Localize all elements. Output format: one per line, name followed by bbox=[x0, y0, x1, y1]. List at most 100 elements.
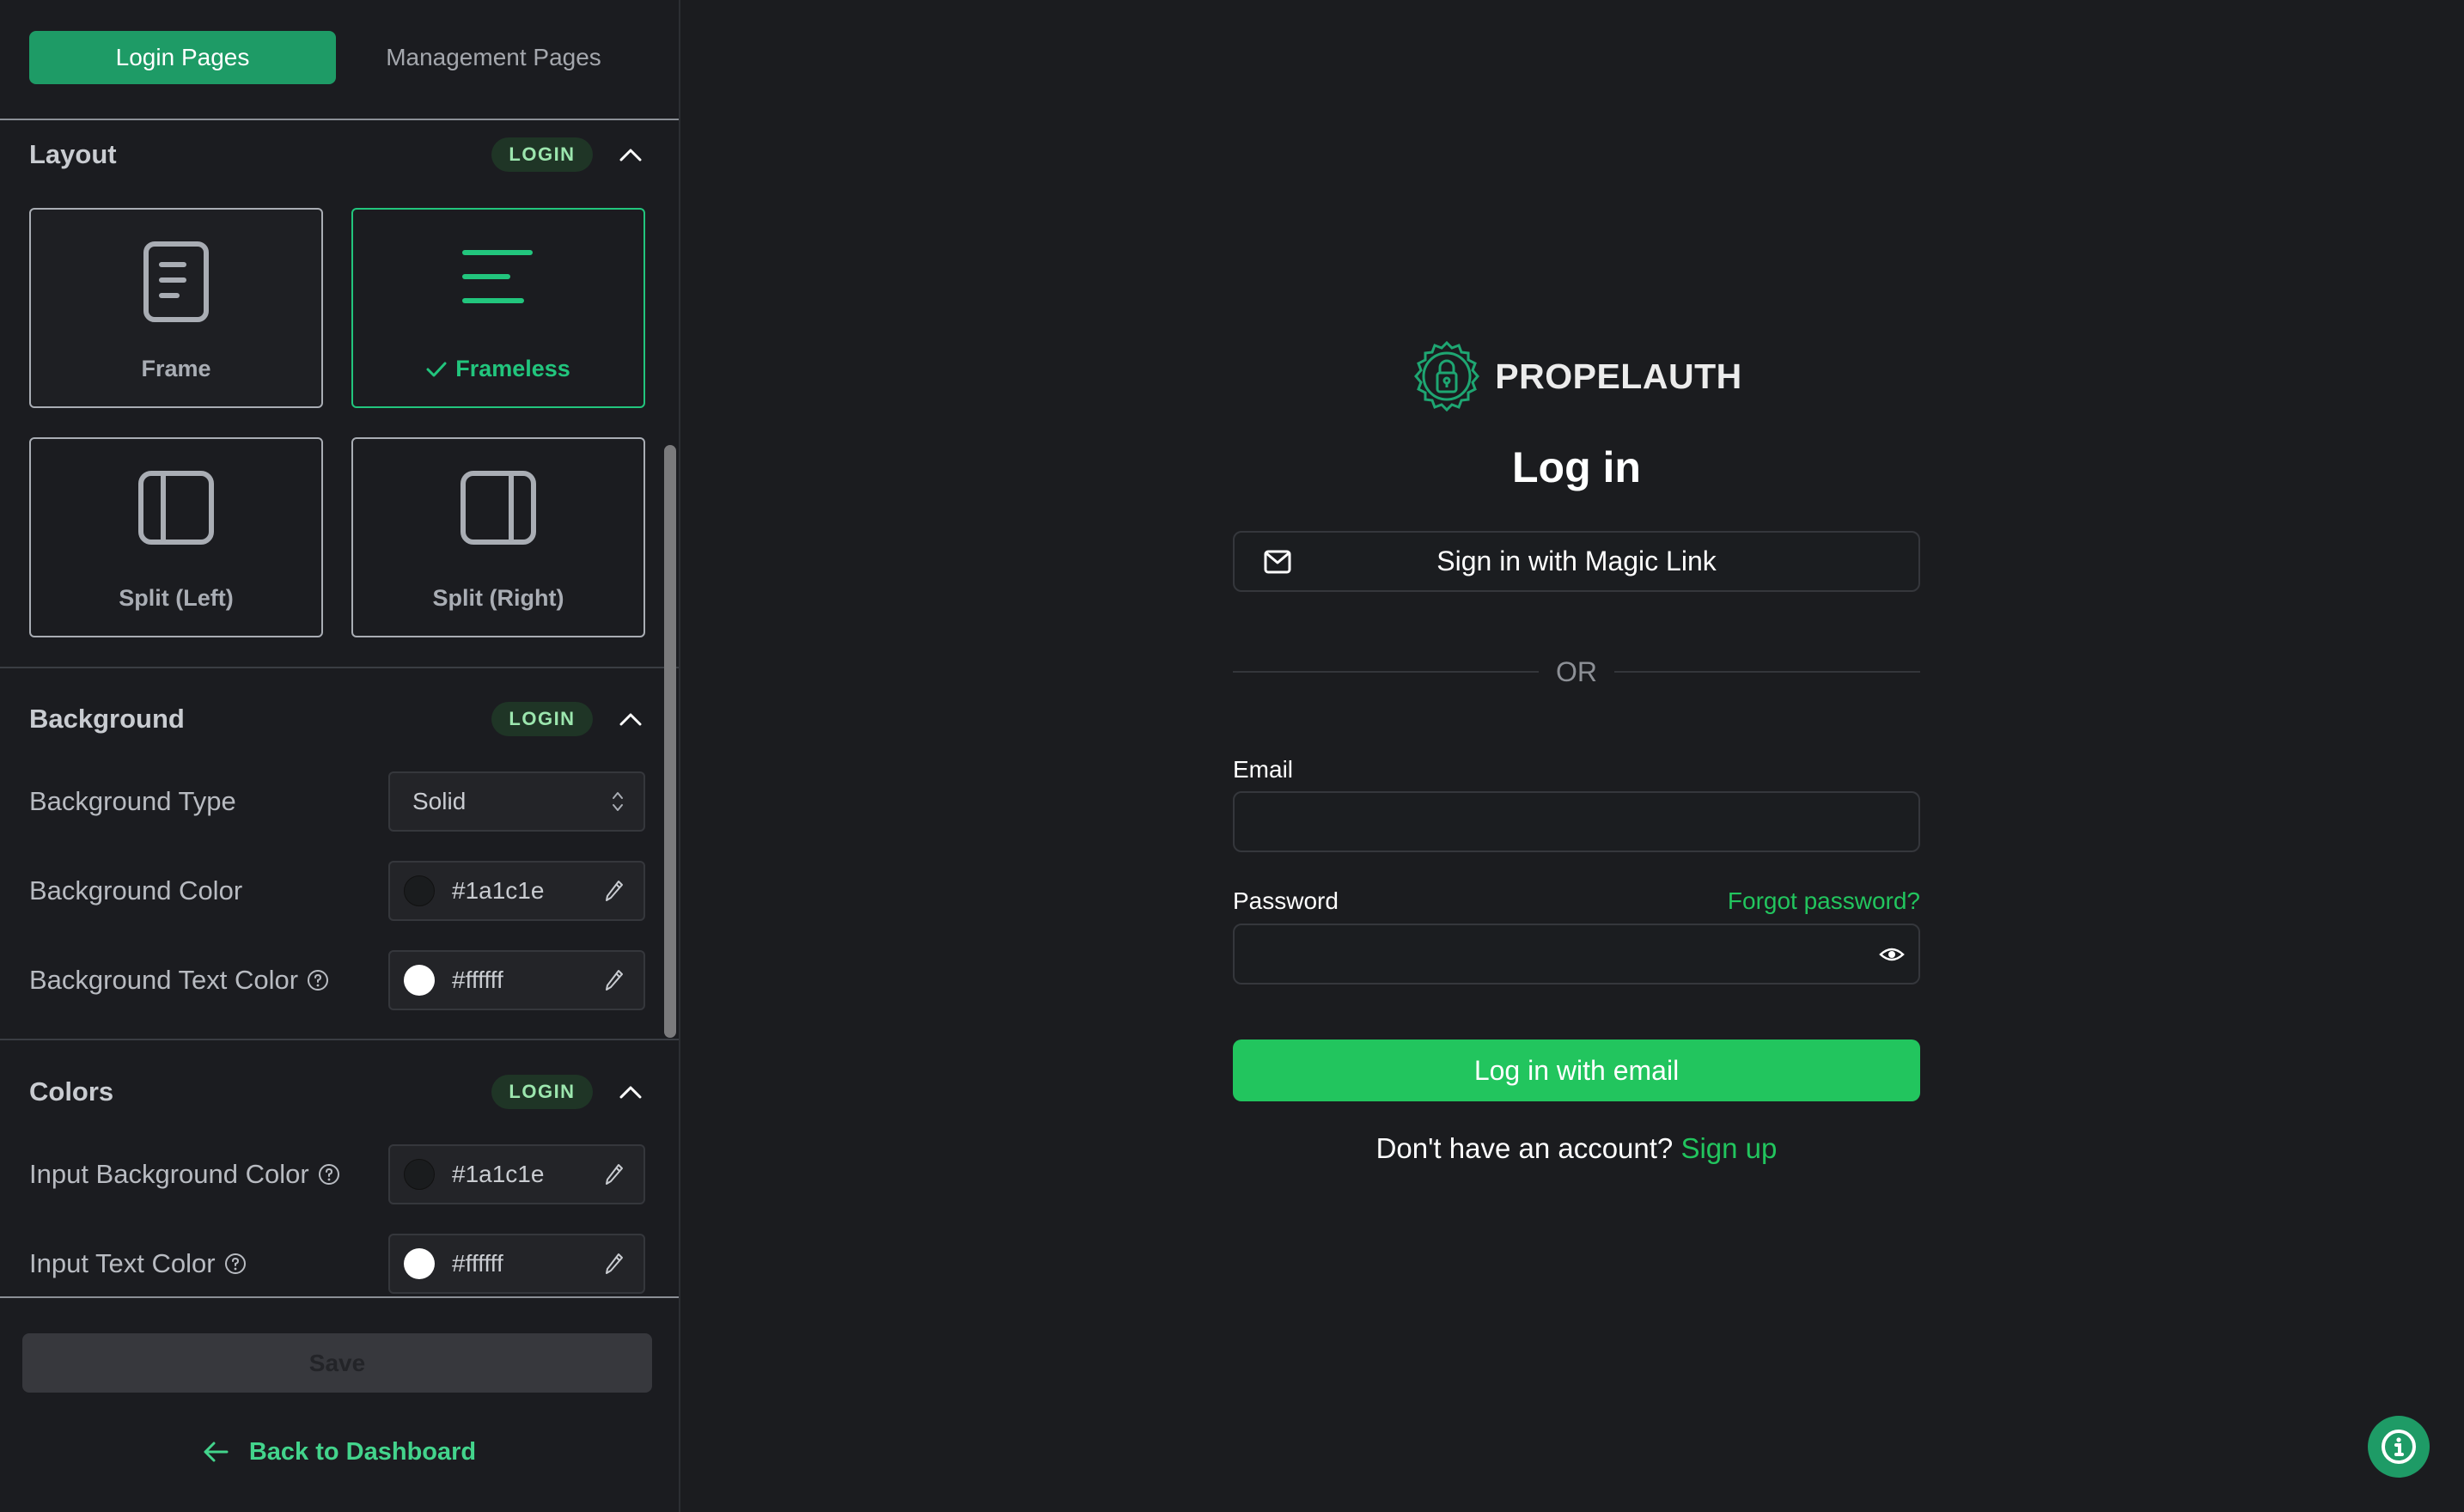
color-swatch bbox=[404, 875, 435, 906]
section-title: Background bbox=[29, 704, 185, 734]
signup-prompt: Don't have an account? Sign up bbox=[1233, 1132, 1920, 1165]
or-divider: OR bbox=[1233, 655, 1920, 689]
color-value: #1a1c1e bbox=[452, 1161, 545, 1187]
help-icon[interactable] bbox=[224, 1253, 247, 1275]
chevron-up-icon[interactable] bbox=[613, 137, 648, 172]
label-text: Input Text Color bbox=[29, 1248, 216, 1278]
background-type-row: Background Type Solid bbox=[29, 771, 645, 832]
background-color-picker[interactable]: #1a1c1e bbox=[388, 861, 645, 921]
input-background-color-picker[interactable]: #1a1c1e bbox=[388, 1144, 645, 1204]
divider-line bbox=[1614, 671, 1920, 673]
color-value: #ffffff bbox=[452, 1250, 503, 1277]
background-text-color-row: Background Text Color #ffffff bbox=[29, 950, 645, 1010]
login-form: PROPELAUTH Log in Sign in with Magic Lin… bbox=[1233, 0, 1920, 1512]
frame-layout-icon bbox=[143, 241, 210, 327]
label-text: Background Color bbox=[29, 875, 243, 905]
help-icon[interactable] bbox=[318, 1163, 340, 1186]
magic-link-label: Sign in with Magic Link bbox=[1436, 546, 1717, 576]
layout-option-label: Split (Left) bbox=[119, 585, 234, 611]
brand-logo: PROPELAUTH bbox=[1233, 340, 1920, 412]
password-input[interactable] bbox=[1233, 924, 1920, 985]
colors-section-header: Colors LOGIN bbox=[29, 1073, 648, 1111]
frameless-layout-icon bbox=[461, 249, 535, 314]
background-section-header: Background LOGIN bbox=[29, 700, 648, 738]
chevron-up-icon[interactable] bbox=[613, 1075, 648, 1109]
divider-line bbox=[1233, 671, 1539, 673]
background-color-row: Background Color #1a1c1e bbox=[29, 861, 645, 921]
field-label: Background Color bbox=[29, 875, 388, 906]
sidebar-scrollbar[interactable] bbox=[664, 445, 676, 1038]
back-label: Back to Dashboard bbox=[248, 1437, 477, 1466]
eyedropper-icon[interactable] bbox=[604, 968, 625, 992]
layout-option-label: Split (Right) bbox=[432, 585, 564, 611]
label-text: Background Text Color bbox=[29, 965, 299, 995]
eyedropper-icon[interactable] bbox=[604, 1162, 625, 1186]
chevron-up-down-icon bbox=[613, 792, 623, 811]
signup-link[interactable]: Sign up bbox=[1680, 1132, 1777, 1164]
divider bbox=[0, 1039, 679, 1040]
field-label: Input Text Color bbox=[29, 1248, 388, 1279]
split-left-layout-icon bbox=[137, 470, 215, 550]
sidebar-footer bbox=[0, 1298, 679, 1512]
eyedropper-icon[interactable] bbox=[604, 1252, 625, 1276]
save-button[interactable]: Save bbox=[22, 1333, 652, 1393]
background-text-color-picker[interactable]: #ffffff bbox=[388, 950, 645, 1010]
layout-option-label-wrap: Frameless bbox=[353, 356, 643, 382]
page-title: Log in bbox=[1512, 443, 1641, 491]
section-title: Colors bbox=[29, 1076, 114, 1107]
email-input[interactable] bbox=[1233, 791, 1920, 852]
login-preview: PROPELAUTH Log in Sign in with Magic Lin… bbox=[682, 0, 2464, 1512]
info-icon bbox=[2382, 1430, 2416, 1464]
layout-option-frameless[interactable]: Frameless bbox=[351, 208, 645, 408]
show-password-eye-icon[interactable] bbox=[1879, 942, 1905, 967]
color-swatch bbox=[404, 1248, 435, 1279]
login-badge: LOGIN bbox=[491, 137, 593, 172]
color-swatch bbox=[404, 965, 435, 996]
split-right-layout-icon bbox=[460, 470, 537, 550]
section-title: Layout bbox=[29, 139, 117, 169]
input-text-color-picker[interactable]: #ffffff bbox=[388, 1234, 645, 1294]
propelauth-logo-icon bbox=[1414, 340, 1480, 412]
login-badge: LOGIN bbox=[491, 1075, 593, 1109]
tab-login-pages[interactable]: Login Pages bbox=[29, 31, 336, 84]
layout-option-split-left[interactable]: Split (Left) bbox=[29, 437, 323, 637]
chevron-up-icon[interactable] bbox=[613, 702, 648, 736]
layout-option-label: Frame bbox=[141, 356, 211, 381]
help-icon[interactable] bbox=[307, 969, 329, 991]
password-label: Password bbox=[1233, 887, 1339, 914]
arrow-left-icon bbox=[204, 1442, 229, 1462]
color-swatch bbox=[404, 1159, 435, 1190]
select-value: Solid bbox=[412, 788, 467, 814]
input-background-color-row: Input Background Color #1a1c1e bbox=[29, 1144, 645, 1204]
forgot-password-link[interactable]: Forgot password? bbox=[1728, 887, 1920, 915]
page-type-tabs: Login Pages Management Pages bbox=[29, 31, 651, 84]
color-value: #1a1c1e bbox=[452, 877, 545, 904]
layout-option-split-right[interactable]: Split (Right) bbox=[351, 437, 645, 637]
login-badge: LOGIN bbox=[491, 702, 593, 736]
or-text: OR bbox=[1556, 655, 1597, 687]
divider bbox=[0, 119, 679, 120]
magic-link-button[interactable]: Sign in with Magic Link bbox=[1233, 531, 1920, 592]
eyedropper-icon[interactable] bbox=[604, 879, 625, 903]
signup-prompt-text: Don't have an account? bbox=[1375, 1132, 1674, 1164]
email-label: Email bbox=[1233, 756, 1294, 783]
info-button[interactable] bbox=[2368, 1416, 2430, 1478]
label-text: Input Background Color bbox=[29, 1159, 309, 1189]
field-label: Background Type bbox=[29, 786, 388, 817]
field-label: Input Background Color bbox=[29, 1159, 388, 1190]
divider bbox=[0, 667, 679, 668]
login-with-email-button[interactable]: Log in with email bbox=[1233, 1040, 1920, 1101]
color-value: #ffffff bbox=[452, 966, 503, 993]
back-to-dashboard-link[interactable]: Back to Dashboard bbox=[0, 1433, 679, 1471]
label-text: Background Type bbox=[29, 786, 236, 816]
divider bbox=[0, 1296, 679, 1298]
mail-icon bbox=[1264, 550, 1291, 574]
check-icon bbox=[426, 362, 447, 376]
layout-section-header: Layout LOGIN bbox=[29, 136, 648, 174]
input-text-color-row: Input Text Color #ffffff bbox=[29, 1234, 645, 1294]
layout-option-label: Frameless bbox=[455, 356, 570, 381]
field-label: Background Text Color bbox=[29, 965, 388, 996]
layout-option-frame[interactable]: Frame bbox=[29, 208, 323, 408]
tab-management-pages[interactable]: Management Pages bbox=[336, 31, 651, 84]
background-type-select[interactable]: Solid bbox=[388, 771, 645, 832]
